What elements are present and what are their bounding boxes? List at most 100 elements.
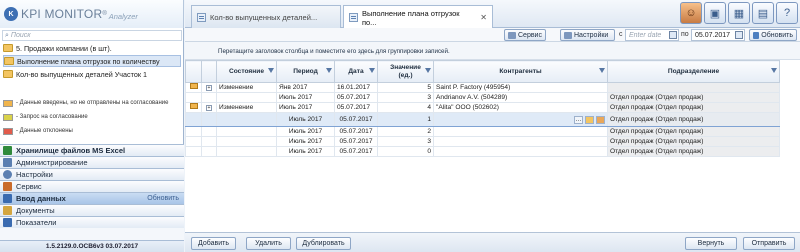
cell-contractor[interactable]	[433, 136, 608, 147]
cell-contractor-editor[interactable]: …	[433, 112, 608, 127]
cell-division[interactable]: Отдел продаж (Отдел продаж)	[607, 92, 780, 103]
section-indicators[interactable]: Показатели	[0, 216, 184, 228]
expand-icon[interactable]: +	[206, 105, 212, 111]
cell-contractor[interactable]: "Alita" ООО (502602)	[433, 102, 608, 113]
cell-period[interactable]: Июль 2017	[276, 112, 335, 127]
cell-division[interactable]: Отдел продаж (Отдел продаж)	[607, 102, 780, 113]
cell-contractor[interactable]: Andrianov A.V. (504289)	[433, 92, 608, 103]
calendar-icon[interactable]	[735, 31, 743, 39]
col-header-date[interactable]: Дата	[334, 60, 378, 83]
filter-icon[interactable]	[268, 68, 274, 73]
tree-item-issued-parts[interactable]: Кол-во выпущенных деталей Участок 1	[3, 68, 181, 80]
modules-icon[interactable]: ▦	[728, 2, 750, 24]
help-icon[interactable]: ?	[776, 2, 798, 24]
return-button[interactable]: Вернуть	[685, 237, 737, 250]
filter-icon[interactable]	[326, 68, 332, 73]
section-service[interactable]: Сервис	[0, 180, 184, 192]
cell-contractor[interactable]	[433, 146, 608, 157]
col-header-contractors[interactable]: Контрагенты	[433, 60, 608, 83]
table-row[interactable]: Июль 2017 05.07.2017 3 Andrianov A.V. (5…	[185, 92, 780, 103]
section-documents[interactable]: Документы	[0, 204, 184, 216]
date-to-input[interactable]: 05.07.2017	[691, 29, 745, 41]
col-header-period[interactable]: Период	[276, 60, 335, 83]
cell-value[interactable]: 0	[377, 146, 434, 157]
send-button[interactable]: Отправить	[743, 237, 795, 250]
search-input[interactable]: ⌕ Поиск	[2, 30, 182, 41]
add-button[interactable]: Добавить	[191, 237, 236, 250]
table-row[interactable]: + Изменение Янв 2017 16.01.2017 5 Saint …	[185, 82, 780, 93]
cell-value[interactable]: 1	[377, 112, 434, 127]
table-row-editing[interactable]: Июль 2017 05.07.2017 1 … Отдел продаж (О…	[185, 112, 780, 127]
tree-item-shipment-plan[interactable]: Выполнение плана отгрузок по количеству	[3, 55, 181, 67]
row-expand-cell[interactable]: +	[201, 102, 217, 113]
filter-icon[interactable]	[369, 68, 375, 73]
duplicate-button[interactable]: Дублировать	[296, 237, 351, 250]
cell-division[interactable]: Отдел продаж (Отдел продаж)	[607, 146, 780, 157]
close-icon[interactable]: ✕	[480, 13, 487, 22]
cell-division[interactable]: Отдел продаж (Отдел продаж)	[607, 136, 780, 147]
cell-contractor[interactable]: Saint P. Factory (495954)	[433, 82, 608, 93]
section-administration[interactable]: Администрирование	[0, 156, 184, 168]
cell-period[interactable]: Июль 2017	[276, 146, 335, 157]
table-row[interactable]: + Изменение Июль 2017 05.07.2017 4 "Alit…	[185, 102, 780, 113]
tab-issued-parts[interactable]: Кол-во выпущенных деталей...	[191, 5, 341, 28]
cell-period[interactable]: Июль 2017	[276, 92, 335, 103]
edit-icon[interactable]	[585, 115, 594, 124]
settings-button[interactable]: Настройки	[560, 29, 615, 41]
cell-state[interactable]	[216, 126, 277, 137]
cell-value[interactable]: 2	[377, 126, 434, 137]
tab-shipment-plan[interactable]: Выполнение плана отгрузок по... ✕	[343, 5, 493, 29]
cell-state[interactable]	[216, 146, 277, 157]
cell-contractor[interactable]	[433, 126, 608, 137]
group-by-hint[interactable]: Перетащите заголовок столбца и поместите…	[185, 42, 800, 60]
expand-icon[interactable]: +	[206, 85, 212, 91]
delete-button[interactable]: Удалить	[246, 237, 291, 250]
section-data-entry[interactable]: Ввод данных Обновить	[0, 192, 184, 204]
section-settings[interactable]: Настройки	[0, 168, 184, 180]
cell-date[interactable]: 05.07.2017	[334, 112, 378, 127]
cell-date[interactable]: 05.07.2017	[334, 146, 378, 157]
cell-state[interactable]: Изменение	[216, 82, 277, 93]
cell-value[interactable]: 3	[377, 136, 434, 147]
cell-date[interactable]: 05.07.2017	[334, 92, 378, 103]
cell-state[interactable]	[216, 112, 277, 127]
calendar-icon[interactable]	[669, 31, 677, 39]
col-header-division[interactable]: Подразделение	[607, 60, 780, 83]
filter-icon[interactable]	[771, 68, 777, 73]
table-row[interactable]: Июль 2017 05.07.2017 3 Отдел продаж (Отд…	[185, 136, 780, 147]
cell-date[interactable]: 05.07.2017	[334, 126, 378, 137]
cell-date[interactable]: 05.07.2017	[334, 136, 378, 147]
section-excel-storage[interactable]: Хранилище файлов MS Excel	[0, 144, 184, 156]
table-row[interactable]: Июль 2017 05.07.2017 0 Отдел продаж (Отд…	[185, 146, 780, 157]
tree-item-sales[interactable]: 5. Продажи компании (в шт).	[3, 42, 181, 54]
user-avatar-icon[interactable]: ☺	[680, 2, 702, 24]
cell-date[interactable]: 16.01.2017	[334, 82, 378, 93]
col-header-value[interactable]: Значение (ед.)	[377, 60, 434, 83]
cell-period[interactable]: Июль 2017	[276, 102, 335, 113]
cell-period[interactable]: Июль 2017	[276, 136, 335, 147]
cell-division[interactable]	[607, 82, 780, 93]
table-row[interactable]: Июль 2017 05.07.2017 2 Отдел продаж (Отд…	[185, 126, 780, 137]
service-button[interactable]: Сервис	[504, 29, 546, 41]
cell-date[interactable]: 05.07.2017	[334, 102, 378, 113]
cell-division[interactable]: Отдел продаж (Отдел продаж)	[607, 112, 780, 127]
cell-value[interactable]: 4	[377, 102, 434, 113]
calendar-icon[interactable]: ▤	[752, 2, 774, 24]
clear-icon[interactable]	[596, 115, 605, 124]
refresh-button[interactable]: Обновить	[749, 29, 797, 41]
filter-icon[interactable]	[425, 68, 431, 73]
filter-icon[interactable]	[599, 68, 605, 73]
cell-state[interactable]	[216, 136, 277, 147]
cell-period[interactable]: Янв 2017	[276, 82, 335, 93]
ellipsis-button[interactable]: …	[574, 115, 583, 124]
row-expand-cell[interactable]: +	[201, 82, 217, 93]
window-icon[interactable]: ▣	[704, 2, 726, 24]
cell-state[interactable]	[216, 92, 277, 103]
refresh-link[interactable]: Обновить	[147, 195, 179, 202]
cell-state[interactable]: Изменение	[216, 102, 277, 113]
date-from-input[interactable]: Enter date	[625, 29, 679, 41]
cell-division[interactable]: Отдел продаж (Отдел продаж)	[607, 126, 780, 137]
cell-value[interactable]: 5	[377, 82, 434, 93]
cell-value[interactable]: 3	[377, 92, 434, 103]
cell-period[interactable]: Июль 2017	[276, 126, 335, 137]
